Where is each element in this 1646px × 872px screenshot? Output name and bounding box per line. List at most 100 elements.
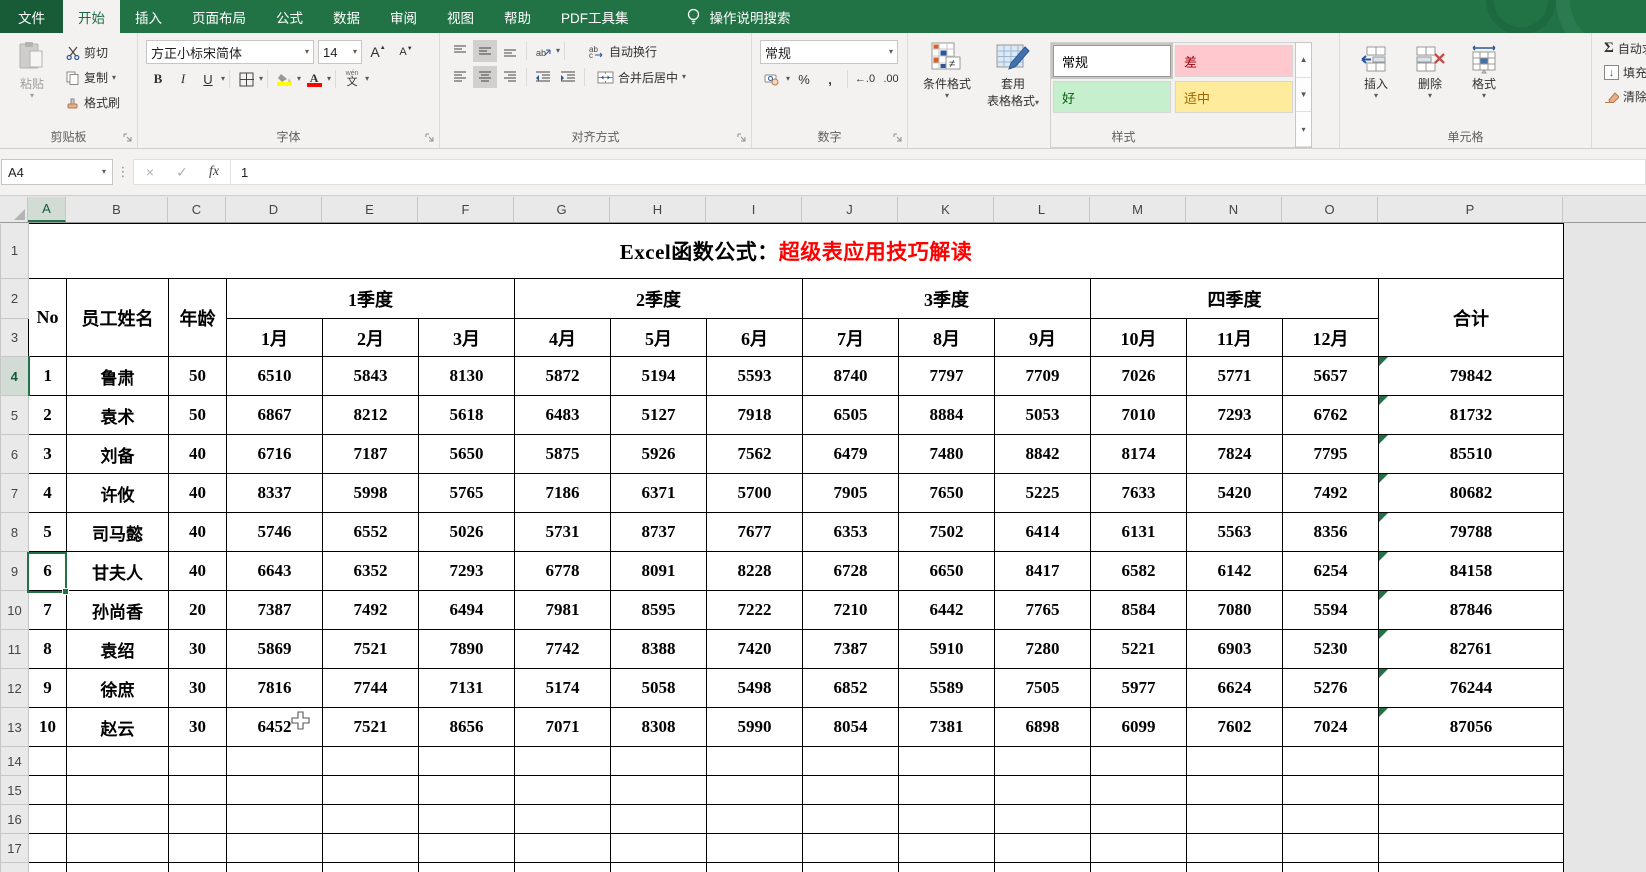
column-header-K[interactable]: K bbox=[898, 197, 994, 222]
cell[interactable] bbox=[802, 862, 899, 872]
column-header-I[interactable]: I bbox=[706, 197, 802, 222]
row-header-4[interactable]: 4 bbox=[0, 356, 30, 396]
row-header-16[interactable]: 16 bbox=[0, 804, 29, 834]
cell[interactable]: 40 bbox=[168, 473, 227, 513]
cell[interactable]: 7280 bbox=[994, 629, 1091, 669]
row-header-6[interactable]: 6 bbox=[0, 434, 29, 474]
orientation-button[interactable]: ab bbox=[531, 40, 555, 62]
cell[interactable]: 7650 bbox=[898, 473, 995, 513]
cell[interactable]: 40 bbox=[168, 434, 227, 474]
cell[interactable]: 6414 bbox=[994, 512, 1091, 552]
header-name[interactable]: 员工姓名 bbox=[66, 278, 169, 357]
cell[interactable] bbox=[66, 775, 169, 805]
cell[interactable]: 6099 bbox=[1090, 707, 1187, 747]
cell[interactable] bbox=[226, 775, 323, 805]
cell[interactable] bbox=[994, 746, 1091, 776]
align-left-button[interactable] bbox=[448, 66, 472, 88]
cell[interactable]: 7521 bbox=[322, 629, 419, 669]
cell[interactable]: 8417 bbox=[994, 551, 1091, 591]
column-header-C[interactable]: C bbox=[168, 197, 226, 222]
column-header-F[interactable]: F bbox=[418, 197, 514, 222]
dialog-launcher-icon[interactable] bbox=[122, 132, 134, 144]
cell[interactable]: 5225 bbox=[994, 473, 1091, 513]
cell[interactable] bbox=[898, 862, 995, 872]
cell[interactable]: 7521 bbox=[322, 707, 419, 747]
row-header-15[interactable]: 15 bbox=[0, 775, 29, 805]
cell-style-3[interactable]: 适中 bbox=[1175, 81, 1294, 113]
cell[interactable] bbox=[1378, 833, 1564, 863]
cell[interactable] bbox=[514, 804, 611, 834]
gallery-down-button[interactable]: ▼ bbox=[1296, 78, 1312, 113]
column-header-M[interactable]: M bbox=[1090, 197, 1186, 222]
header-quarter-1[interactable]: 1季度 bbox=[226, 278, 515, 319]
cell[interactable]: 赵云 bbox=[66, 707, 169, 747]
cell[interactable]: 6716 bbox=[226, 434, 323, 474]
cell[interactable]: 8740 bbox=[802, 356, 899, 396]
menu-tab-formulas[interactable]: 公式 bbox=[261, 0, 318, 33]
cell[interactable]: 6650 bbox=[898, 551, 995, 591]
cell[interactable]: 5221 bbox=[1090, 629, 1187, 669]
row-header-2[interactable]: 2 bbox=[0, 278, 29, 319]
cell[interactable]: 6867 bbox=[226, 395, 323, 435]
cell[interactable]: 7186 bbox=[514, 473, 611, 513]
cell[interactable] bbox=[1186, 746, 1283, 776]
cell[interactable]: 7210 bbox=[802, 590, 899, 630]
cell[interactable] bbox=[322, 775, 419, 805]
cell[interactable] bbox=[514, 775, 611, 805]
cell[interactable]: 8091 bbox=[610, 551, 707, 591]
cell[interactable]: 7765 bbox=[994, 590, 1091, 630]
cell[interactable]: 4 bbox=[28, 473, 67, 513]
cell[interactable]: 7387 bbox=[802, 629, 899, 669]
header-quarter-3[interactable]: 3季度 bbox=[802, 278, 1091, 319]
cell[interactable]: 8337 bbox=[226, 473, 323, 513]
cell[interactable] bbox=[66, 833, 169, 863]
insert-cells-button[interactable]: 插入 ▾ bbox=[1354, 42, 1398, 103]
menu-tab-home[interactable]: 开始 bbox=[63, 0, 120, 33]
row-header-5[interactable]: 5 bbox=[0, 395, 29, 435]
row-header-12[interactable]: 12 bbox=[0, 668, 29, 708]
cell[interactable]: 30 bbox=[168, 707, 227, 747]
cell[interactable]: 1 bbox=[28, 356, 67, 396]
cell[interactable]: 7890 bbox=[418, 629, 515, 669]
cell[interactable] bbox=[168, 746, 227, 776]
increase-decimal-button[interactable]: ←.0 bbox=[853, 68, 877, 90]
cell[interactable]: 6898 bbox=[994, 707, 1091, 747]
cell[interactable] bbox=[226, 746, 323, 776]
cell[interactable]: 7026 bbox=[1090, 356, 1187, 396]
cell[interactable]: 7024 bbox=[1282, 707, 1379, 747]
name-box[interactable]: A4 ▾ bbox=[1, 159, 113, 185]
cell[interactable] bbox=[28, 804, 67, 834]
cell[interactable]: 6903 bbox=[1186, 629, 1283, 669]
row-header-14[interactable]: 14 bbox=[0, 746, 29, 776]
wrap-text-button[interactable]: ab c 自动换行 bbox=[585, 41, 661, 62]
cell[interactable]: 8212 bbox=[322, 395, 419, 435]
cell[interactable]: 7709 bbox=[994, 356, 1091, 396]
cell[interactable]: 7905 bbox=[802, 473, 899, 513]
cell[interactable]: 6643 bbox=[226, 551, 323, 591]
cell[interactable] bbox=[610, 746, 707, 776]
cell[interactable] bbox=[1282, 804, 1379, 834]
cell[interactable] bbox=[994, 804, 1091, 834]
cell[interactable]: 8174 bbox=[1090, 434, 1187, 474]
cell[interactable]: 5420 bbox=[1186, 473, 1283, 513]
cell[interactable] bbox=[168, 862, 227, 872]
cell[interactable]: 30 bbox=[168, 629, 227, 669]
menu-tab-help[interactable]: 帮助 bbox=[489, 0, 546, 33]
cell[interactable]: 5194 bbox=[610, 356, 707, 396]
dialog-launcher-icon[interactable] bbox=[736, 132, 748, 144]
cell[interactable]: 7633 bbox=[1090, 473, 1187, 513]
cell[interactable] bbox=[610, 804, 707, 834]
cell[interactable]: 5926 bbox=[610, 434, 707, 474]
cell[interactable] bbox=[418, 862, 515, 872]
cell[interactable]: 5998 bbox=[322, 473, 419, 513]
cell[interactable]: 5990 bbox=[706, 707, 803, 747]
cell[interactable]: 7816 bbox=[226, 668, 323, 708]
cell[interactable]: 7071 bbox=[514, 707, 611, 747]
menu-tab-pdf-tools[interactable]: PDF工具集 bbox=[546, 0, 644, 33]
cell[interactable]: 6510 bbox=[226, 356, 323, 396]
dialog-launcher-icon[interactable] bbox=[892, 132, 904, 144]
borders-button[interactable] bbox=[234, 68, 258, 90]
header-month-7[interactable]: 7月 bbox=[802, 318, 899, 357]
header-month-9[interactable]: 9月 bbox=[994, 318, 1091, 357]
cell[interactable] bbox=[610, 775, 707, 805]
